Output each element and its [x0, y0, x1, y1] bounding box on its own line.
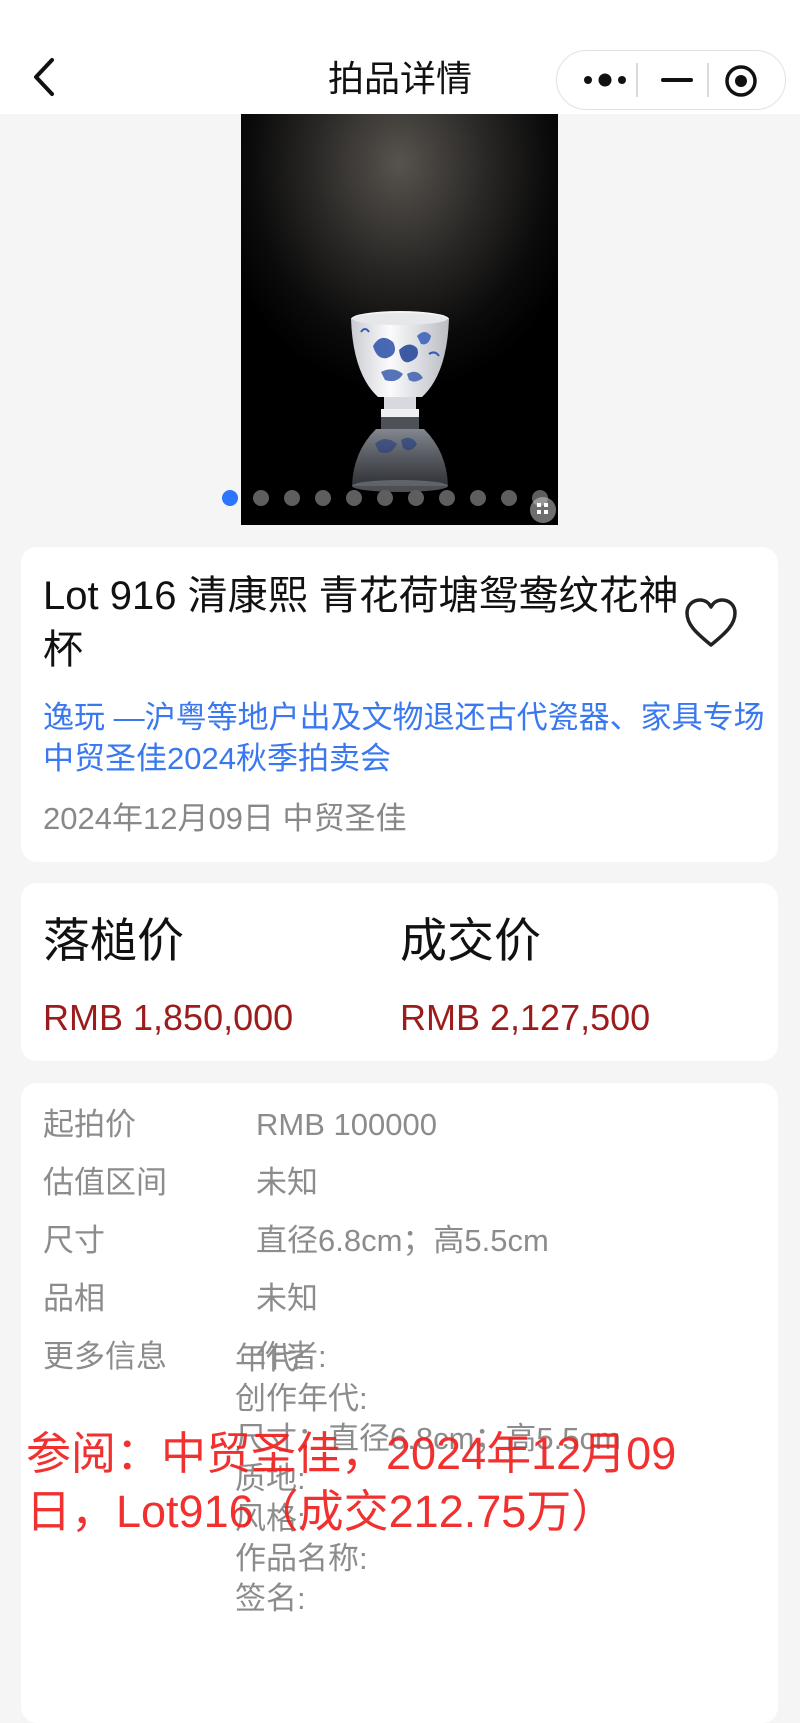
more-button[interactable] — [579, 65, 633, 95]
info-label: 更多信息 — [43, 1339, 167, 1374]
carousel-dot[interactable] — [470, 490, 486, 506]
carousel-dot-active[interactable] — [222, 490, 238, 506]
info-value: 未知 — [256, 1165, 318, 1200]
minus-icon — [661, 78, 693, 82]
lot-image-carousel[interactable] — [241, 114, 558, 525]
info-label: 估值区间 — [43, 1165, 167, 1200]
lot-summary-card: Lot 916 清康熙 青花荷塘鸳鸯纹花神杯 逸玩 —沪粤等地户出及文物退还古代… — [21, 547, 778, 862]
minimize-button[interactable] — [659, 65, 695, 95]
favorite-button[interactable] — [681, 595, 741, 651]
info-value: RMB 100000 — [256, 1107, 437, 1142]
close-miniprogram-button[interactable] — [723, 63, 759, 99]
more-dots-icon — [584, 73, 626, 87]
price-card: 落槌价 RMB 1,850,000 成交价 RMB 2,127,500 — [21, 883, 778, 1061]
more-info-line: 签名: — [235, 1581, 306, 1616]
zoom-icon[interactable] — [530, 497, 556, 523]
info-label: 起拍价 — [43, 1107, 136, 1142]
carousel-dot[interactable] — [408, 490, 424, 506]
porcelain-cup-image — [351, 311, 449, 492]
more-info-line: 作品名称: — [235, 1541, 368, 1576]
reference-watermark: 参阅：中贸圣佳，2024年12月09日，Lot916（成交212.75万） — [26, 1428, 677, 1537]
info-label: 品相 — [43, 1281, 105, 1316]
hammer-price-label: 落槌价 — [43, 914, 184, 967]
hammer-price-value: RMB 1,850,000 — [43, 997, 294, 1038]
top-navigation-bar: 拍品详情 — [0, 0, 800, 114]
carousel-dot[interactable] — [284, 490, 300, 506]
carousel-dot[interactable] — [377, 490, 393, 506]
heart-icon — [685, 598, 737, 647]
carousel-dot[interactable] — [439, 490, 455, 506]
grid-icon — [537, 503, 548, 514]
deal-price-label: 成交价 — [400, 914, 541, 967]
sale-date-house: 2024年12月09日 中贸圣佳 — [43, 801, 407, 836]
target-circle-icon — [725, 65, 757, 97]
info-value: 直径6.8cm；高5.5cm — [256, 1223, 549, 1258]
carousel-dot[interactable] — [253, 490, 269, 506]
capsule-divider — [636, 63, 638, 97]
more-info-line: 创作年代: — [235, 1381, 368, 1416]
lot-title: Lot 916 清康熙 青花荷塘鸳鸯纹花神杯 — [43, 574, 679, 672]
capsule-divider — [707, 63, 709, 97]
carousel-dot[interactable] — [501, 490, 517, 506]
carousel-dot[interactable] — [315, 490, 331, 506]
auction-session-link[interactable]: 逸玩 —沪粤等地户出及文物退还古代瓷器、家具专场 中贸圣佳2024秋季拍卖会 — [43, 697, 773, 779]
info-label: 尺寸 — [43, 1223, 105, 1258]
deal-price-value: RMB 2,127,500 — [400, 997, 651, 1038]
miniprogram-capsule — [556, 50, 786, 110]
more-info-line: 年代: — [235, 1341, 306, 1376]
carousel-dot[interactable] — [346, 490, 362, 506]
info-value: 未知 — [256, 1281, 318, 1316]
